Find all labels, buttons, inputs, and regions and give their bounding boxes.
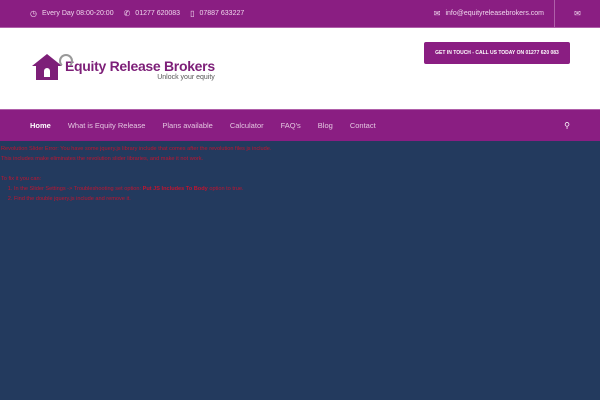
logo[interactable]: Equity Release Brokers Unlock your equit… — [32, 46, 215, 82]
error-line-2: This includes make eliminates the revolu… — [1, 156, 204, 162]
error-step-2: Find the double jquery.js include and re… — [14, 194, 600, 204]
nav-blog[interactable]: Blog — [318, 121, 333, 130]
top-bar: ◷ Every Day 08:00-20:00 ✆ 01277 620083 ▯ 07… — [0, 0, 600, 27]
envelope-icon: ✉ — [574, 9, 581, 18]
error-fix-heading: To fix it you can: — [1, 176, 42, 182]
email-link[interactable]: info@equityreleasebrokers.com — [445, 10, 544, 17]
get-in-touch-button[interactable]: GET IN TOUCH - CALL US TODAY ON 01277 62… — [424, 42, 570, 64]
nav-calculator[interactable]: Calculator — [230, 121, 264, 130]
slider-error-message: Revolution Slider Error: You have some j… — [0, 141, 600, 204]
nav-home[interactable]: Home — [30, 121, 51, 130]
header: Equity Release Brokers Unlock your equit… — [0, 27, 600, 109]
nav-faqs[interactable]: FAQ's — [281, 121, 301, 130]
house-key-icon — [32, 54, 73, 82]
search-icon[interactable]: ⚲ — [564, 121, 570, 130]
hours-text: Every Day 08:00-20:00 — [41, 10, 114, 17]
main-nav: Home What is Equity Release Plans availa… — [0, 109, 600, 141]
logo-title: Equity Release Brokers — [65, 58, 215, 74]
envelope-open-icon: ✉ — [433, 9, 441, 18]
logo-tagline: Unlock your equity — [157, 74, 215, 81]
clock-icon: ◷ — [30, 9, 37, 18]
mobile-link[interactable]: 07887 633227 — [199, 10, 244, 17]
nav-contact[interactable]: Contact — [350, 121, 376, 130]
mail-button[interactable]: ✉ — [554, 0, 600, 27]
error-line-1: Revolution Slider Error: You have some j… — [1, 146, 272, 152]
phone-link[interactable]: 01277 620083 — [135, 10, 180, 17]
nav-what-is-equity-release[interactable]: What is Equity Release — [68, 121, 146, 130]
mobile-icon: ▯ — [190, 9, 195, 18]
nav-plans-available[interactable]: Plans available — [162, 121, 212, 130]
error-step-1: In the Slider Settings -> Troubleshootin… — [14, 184, 600, 194]
phone-icon: ✆ — [123, 9, 131, 18]
